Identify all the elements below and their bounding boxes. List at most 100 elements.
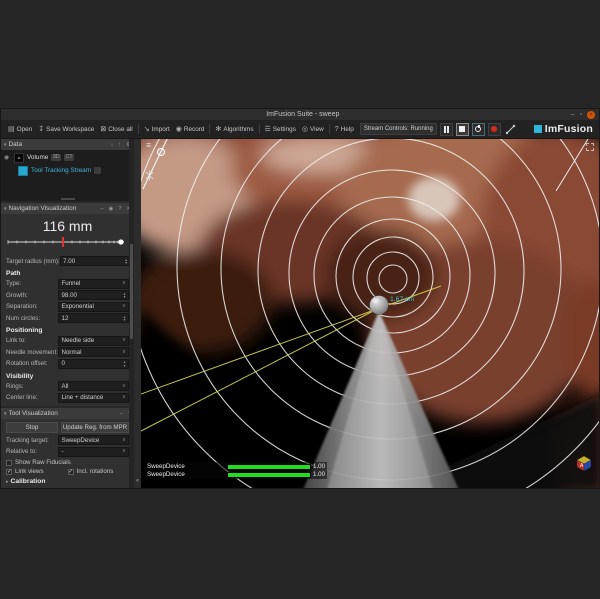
algorithms-icon: ✻ <box>215 125 221 133</box>
stream-quality-bar <box>227 464 311 470</box>
record-button[interactable]: ◉Record <box>173 123 208 135</box>
spin-arrows-icon[interactable]: ▴▾ <box>123 315 125 322</box>
show-raw-fiducials-checkbox[interactable]: Show Raw Fiducials <box>6 459 129 466</box>
target-radius-spinbox[interactable]: 7.00 ▴▾ <box>60 256 131 266</box>
data-panel-header[interactable]: ▾ Data ↓ ↑ ⚙ <box>1 139 134 150</box>
move-up-icon[interactable]: ↑ <box>118 142 121 148</box>
collapse-icon[interactable]: ▾ <box>4 142 7 148</box>
distance-ruler[interactable] <box>6 236 127 248</box>
collapse-sidebar-icon[interactable]: « <box>134 478 141 484</box>
calibration-section-toggle[interactable]: ▸ Calibration <box>6 478 129 485</box>
maximize-button[interactable]: ▫ <box>580 111 582 118</box>
minimize-panel-icon[interactable]: – <box>100 206 103 212</box>
ruler-marker[interactable] <box>62 237 64 247</box>
badge-ct: CT <box>64 154 74 161</box>
chevron-down-icon: ∨ <box>122 384 126 389</box>
sidebar-splitter[interactable]: « <box>134 139 141 488</box>
save-icon: ↧ <box>38 125 44 133</box>
list-item-volume[interactable]: ◉ ▲ Volume 3D CT <box>1 151 134 164</box>
section-positioning: Positioning <box>6 327 129 334</box>
list-item-tracking-stream[interactable]: Tool Tracking Stream <box>1 164 134 177</box>
3d-viewport[interactable]: ≡ 1.67 cm SweepDevice 1.00 SweepDevice 1… <box>141 139 599 488</box>
stream-thumbnail <box>18 166 28 176</box>
separation-select[interactable]: Exponential∨ <box>58 302 129 312</box>
collapse-icon[interactable]: ▾ <box>4 411 7 417</box>
move-down-icon[interactable]: ↓ <box>111 142 114 148</box>
close-button[interactable]: ✕ <box>587 111 595 119</box>
power-stream-button[interactable] <box>472 123 485 136</box>
chevron-down-icon: ∨ <box>122 350 126 355</box>
toolbar-divider <box>259 124 260 134</box>
pause-stream-button[interactable] <box>440 123 453 136</box>
volume-render-scene <box>141 139 599 488</box>
left-sidebar: ▾ Data ↓ ↑ ⚙ ◉ ▲ Volume 3D CT <box>1 139 134 488</box>
import-button[interactable]: ↘Import <box>141 123 173 135</box>
algorithms-button[interactable]: ✻Algorithms <box>212 123 256 135</box>
chevron-down-icon: ∨ <box>122 395 126 400</box>
incl-rotations-checkbox[interactable]: ✓ Incl. rotations <box>68 468 130 475</box>
panel-resize-grip[interactable] <box>61 198 75 200</box>
checkbox-checked[interactable]: ✓ <box>6 469 12 475</box>
stream-type-badge <box>94 167 101 174</box>
minimize-button[interactable]: – <box>571 111 575 118</box>
relative-to-select[interactable]: -∨ <box>58 447 129 457</box>
checkbox-unchecked[interactable] <box>6 460 12 466</box>
stream-row: SweepDevice 1.00 <box>147 463 325 470</box>
measure-tool-button[interactable] <box>504 123 517 136</box>
stop-button[interactable]: Stop <box>6 422 58 433</box>
orientation-cube[interactable]: A <box>575 454 593 472</box>
view-icon: ◎ <box>302 125 308 133</box>
tracking-target-select[interactable]: SweepDevice∨ <box>58 435 129 445</box>
num-circles-spinbox[interactable]: 12▴▾ <box>58 313 129 323</box>
imfusion-logo: ImFusion <box>534 123 595 135</box>
tool-panel-header[interactable]: ▾ Tool Visualization – ? <box>1 408 134 419</box>
pin-icon[interactable]: ◉ <box>109 206 114 212</box>
save-workspace-button[interactable]: ↧Save Workspace <box>35 123 97 135</box>
rotation-offset-spinbox[interactable]: 0▴▾ <box>58 359 129 369</box>
data-panel: ▾ Data ↓ ↑ ⚙ ◉ ▲ Volume 3D CT <box>1 139 134 201</box>
scrollbar-thumb[interactable] <box>130 244 133 339</box>
nav-panel-header[interactable]: ▾ Navigation Visualization – ◉ ? ✕ <box>1 203 134 214</box>
visibility-eye-icon[interactable]: ◉ <box>4 154 11 161</box>
spin-arrows-icon[interactable]: ▴▾ <box>123 360 125 367</box>
minimize-panel-icon[interactable]: – <box>120 411 123 417</box>
help-button[interactable]: ?Help <box>332 124 357 135</box>
spin-arrows-icon[interactable]: ▴▾ <box>123 292 125 299</box>
section-path: Path <box>6 270 129 277</box>
growth-spinbox[interactable]: 98.00▴▾ <box>58 290 129 300</box>
chevron-down-icon: ∨ <box>122 281 126 286</box>
spin-arrows-icon[interactable]: ▴▾ <box>125 258 127 265</box>
collapse-icon[interactable]: ▾ <box>4 206 7 212</box>
title-bar[interactable]: ImFusion Suite - sweep – ▫ ✕ <box>1 109 599 120</box>
chevron-down-icon: ∨ <box>122 438 126 443</box>
link-to-select[interactable]: Needle side∨ <box>58 336 129 346</box>
target-distance-label: 1.67 cm <box>390 296 414 303</box>
checkbox-checked[interactable]: ✓ <box>68 469 74 475</box>
open-button[interactable]: ▤Open <box>5 123 35 135</box>
expand-icon: ▸ <box>6 479 9 485</box>
import-icon: ↘ <box>144 125 150 133</box>
needle-movement-select[interactable]: Normal∨ <box>58 347 129 357</box>
stream-quality-bar <box>227 472 311 478</box>
update-reg-button[interactable]: Update Reg. from MPR <box>61 422 129 433</box>
rings-select[interactable]: All∨ <box>58 381 129 391</box>
toolbar-divider <box>329 124 330 134</box>
viewport-menu-icon[interactable]: ≡ <box>146 141 151 150</box>
link-views-checkbox[interactable]: ✓ Link views <box>6 468 68 475</box>
settings-button[interactable]: ☰Settings <box>262 123 299 135</box>
close-all-button[interactable]: ⊠Close all <box>97 123 135 135</box>
viewport-maximize-icon[interactable] <box>586 143 594 151</box>
caliper-icon <box>505 124 516 135</box>
record-stream-button[interactable] <box>488 123 501 136</box>
center-line-select[interactable]: Line + distance∨ <box>58 393 129 403</box>
help-icon[interactable]: ? <box>118 206 121 212</box>
volume-thumbnail: ▲ <box>14 153 24 163</box>
type-select[interactable]: Funnel∨ <box>58 279 129 289</box>
close-all-icon: ⊠ <box>100 125 106 133</box>
view-button[interactable]: ◎View <box>299 123 327 135</box>
toolbar-divider <box>209 124 210 134</box>
ruler-end-handle[interactable] <box>118 239 123 244</box>
power-icon <box>475 126 481 132</box>
stop-stream-button[interactable] <box>456 123 469 136</box>
main-toolbar: ▤Open ↧Save Workspace ⊠Close all ↘Import… <box>1 120 599 139</box>
